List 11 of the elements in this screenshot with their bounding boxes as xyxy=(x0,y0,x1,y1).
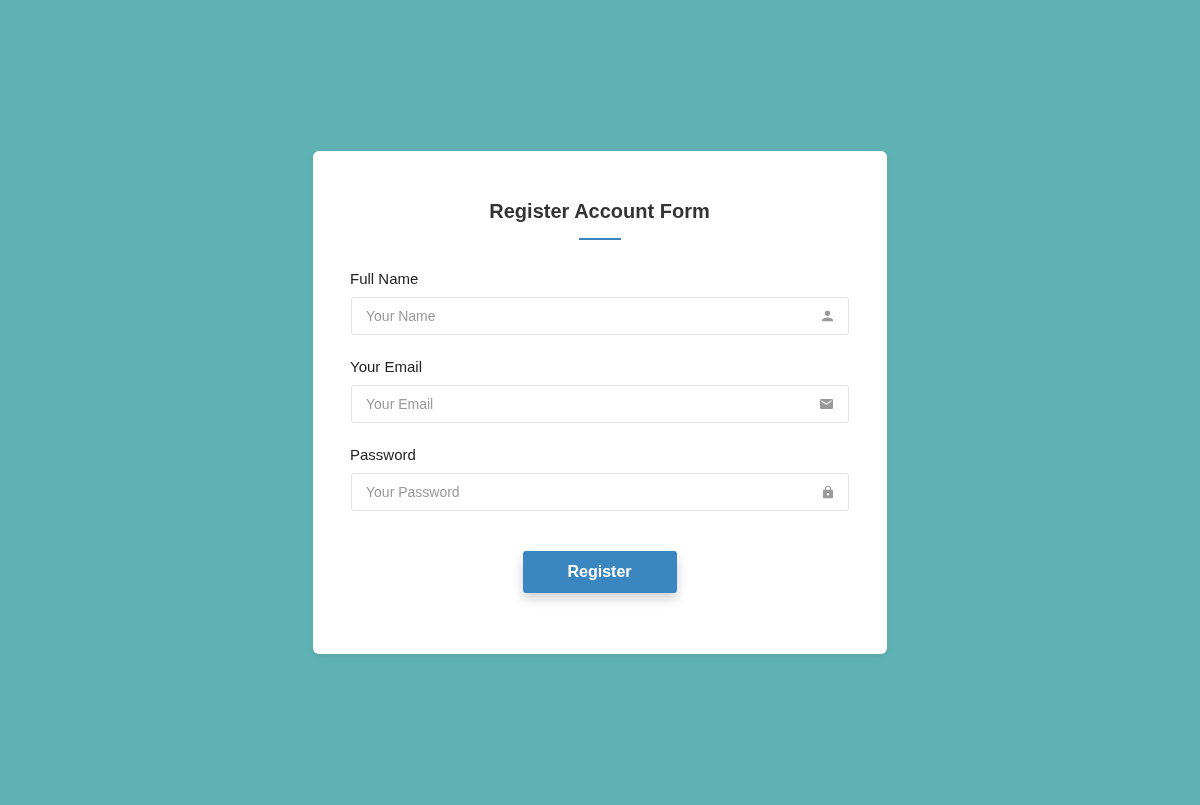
password-field[interactable]: Your Password xyxy=(351,473,849,511)
field-label: Your Email xyxy=(350,357,422,377)
envelope-icon xyxy=(820,399,833,409)
field-label: Full Name xyxy=(350,269,419,289)
field-label: Password xyxy=(350,445,416,465)
form-title: Register Account Form xyxy=(489,199,710,224)
name-field[interactable]: Your Name xyxy=(351,297,849,335)
register-button[interactable]: Register xyxy=(522,551,677,593)
person-icon xyxy=(822,310,833,322)
lock-icon xyxy=(823,485,833,499)
email-field[interactable]: Your Email xyxy=(351,385,849,423)
